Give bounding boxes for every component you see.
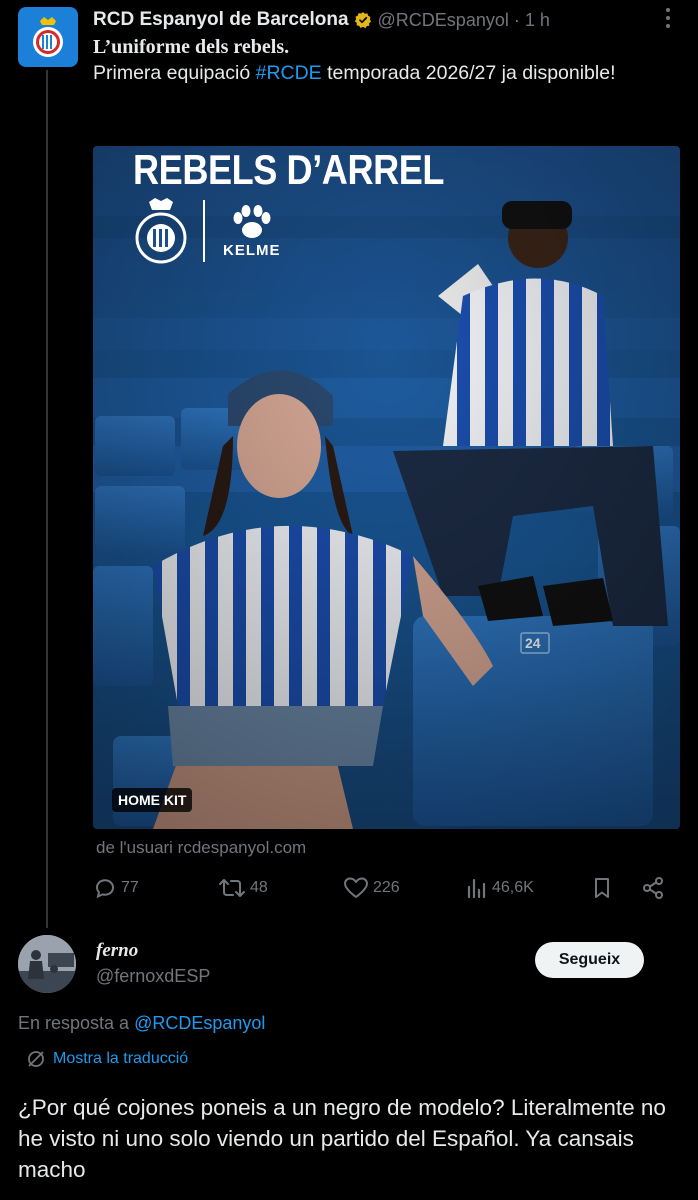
- heart-icon: [344, 877, 368, 898]
- repost-button[interactable]: 48: [218, 873, 268, 903]
- kelme-wordmark: KELME: [223, 241, 281, 259]
- reply-avatar-photo: [18, 935, 76, 993]
- like-count: 226: [373, 879, 400, 896]
- post-title: L’uniforme dels rebels.: [93, 36, 290, 58]
- post-media-image[interactable]: 24 REBELS D’ARREL: [93, 146, 680, 829]
- espanyol-avatar[interactable]: [18, 7, 78, 67]
- post-action-bar: 77 48 226 46,6K: [93, 873, 673, 903]
- hashtag-link[interactable]: #RCDE: [256, 62, 322, 84]
- translate-globe-icon: [28, 1051, 44, 1067]
- kelme-logo: KELME: [223, 204, 281, 259]
- reply-count: 77: [121, 879, 139, 896]
- views-count: 46,6K: [492, 879, 534, 896]
- replying-to-line: En resposta a @RCDEspanyol: [18, 1013, 265, 1034]
- follow-button[interactable]: Segueix: [535, 942, 644, 978]
- more-options-icon[interactable]: [660, 8, 676, 28]
- media-brand-logos: KELME: [135, 198, 281, 264]
- replying-to-prefix: En resposta a: [18, 1013, 135, 1033]
- repost-icon: [219, 879, 245, 897]
- post-header: RCD Espanyol de Barcelona @RCDEspanyol ·…: [93, 6, 678, 34]
- media-headline: REBELS D’ARREL: [133, 146, 445, 193]
- show-translation-label: Mostra la traducció: [53, 1050, 189, 1067]
- separator-dot: ·: [513, 9, 520, 30]
- reply-button[interactable]: 77: [93, 873, 139, 903]
- bookmark-icon: [595, 878, 609, 898]
- logo-divider: [203, 200, 205, 262]
- reply-avatar[interactable]: [18, 935, 76, 993]
- show-translation-button[interactable]: Mostra la traducció: [27, 1050, 188, 1068]
- kelme-paw-icon: [233, 204, 271, 238]
- replying-to-mention[interactable]: @RCDEspanyol: [134, 1013, 265, 1033]
- media-attribution[interactable]: de l'usuari rcdespanyol.com: [96, 838, 306, 858]
- repost-count: 48: [250, 879, 268, 896]
- reply-author-handle[interactable]: @fernoxdESP: [96, 966, 210, 987]
- post-time[interactable]: 1 h: [525, 10, 550, 31]
- reply-author-name[interactable]: ferno: [96, 940, 138, 962]
- author-name[interactable]: RCD Espanyol de Barcelona: [93, 9, 349, 31]
- like-button[interactable]: 226: [343, 873, 400, 903]
- views-chart-icon: [467, 878, 486, 899]
- bookmark-button[interactable]: [591, 873, 617, 903]
- espanyol-crest-icon: [33, 17, 63, 57]
- post-text: Primera equipació #RCDE temporada 2026/2…: [93, 62, 616, 85]
- post-text-before: Primera equipació: [93, 62, 256, 84]
- share-button[interactable]: [641, 873, 669, 903]
- reply-icon: [95, 879, 115, 899]
- post-text-after: temporada 2026/27 ja disponible!: [321, 62, 616, 84]
- espanyol-badge-icon: [135, 198, 187, 264]
- thread-connector-line: [46, 70, 48, 928]
- verified-gold-badge-icon[interactable]: [354, 11, 372, 29]
- views-button[interactable]: 46,6K: [466, 873, 534, 903]
- home-kit-badge: HOME KIT: [112, 788, 193, 812]
- reply-text: ¿Por qué cojones poneis a un negro de mo…: [18, 1095, 666, 1182]
- author-handle[interactable]: @RCDEspanyol: [378, 10, 509, 31]
- share-icon: [643, 877, 663, 899]
